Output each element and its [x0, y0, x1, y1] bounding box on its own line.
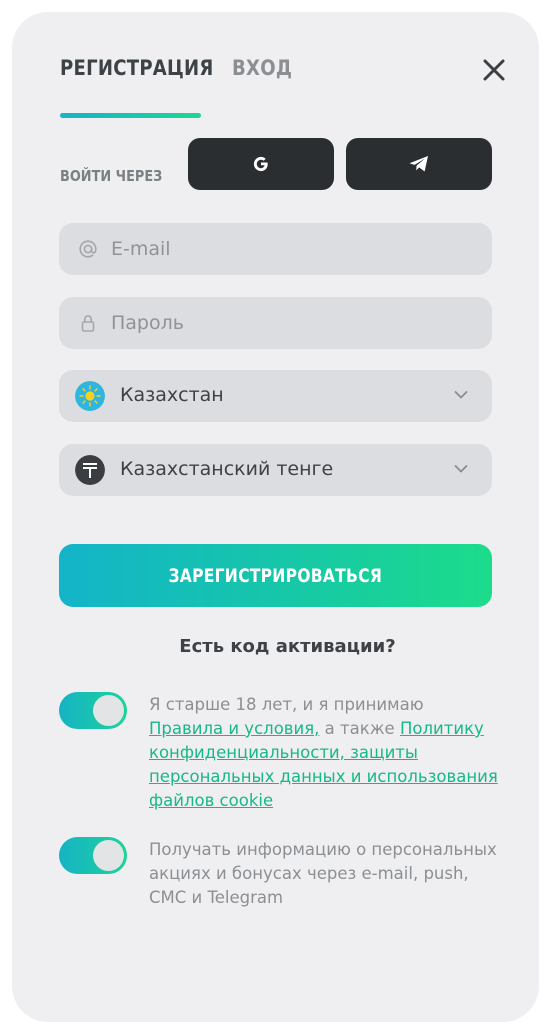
promo-toggle[interactable]: [59, 837, 127, 874]
at-icon: [79, 240, 97, 258]
tab-login[interactable]: ВХОД: [232, 56, 292, 80]
toggle-knob: [93, 840, 124, 871]
toggle-knob: [93, 695, 124, 726]
google-icon: [253, 156, 268, 172]
social-login-label: ВОЙТИ ЧЕРЕЗ: [60, 167, 163, 185]
register-button-label: ЗАРЕГИСТРИРОВАТЬСЯ: [168, 564, 383, 587]
terms-link[interactable]: Правила и условия,: [149, 719, 319, 738]
lock-icon: [81, 315, 95, 332]
register-button[interactable]: ЗАРЕГИСТРИРОВАТЬСЯ: [59, 544, 492, 607]
chevron-down-icon: [454, 391, 468, 399]
password-input[interactable]: [111, 297, 471, 349]
country-select[interactable]: Казахстан: [59, 370, 492, 422]
kazakhstan-flag-icon: [75, 381, 105, 411]
telegram-login-button[interactable]: [346, 138, 492, 190]
tab-register[interactable]: РЕГИСТРАЦИЯ: [60, 56, 214, 80]
promo-consent-text: Получать информацию о персональных акция…: [149, 840, 497, 907]
close-button[interactable]: [481, 57, 507, 83]
chevron-down-icon: [454, 465, 468, 473]
currency-select[interactable]: Казахстанский тенге: [59, 444, 492, 496]
tenge-icon: [75, 455, 105, 485]
google-login-button[interactable]: [188, 138, 334, 190]
terms-consent-text: Я старше 18 лет, и я принимаю Правила и …: [149, 693, 499, 813]
close-icon: [483, 59, 505, 81]
email-input[interactable]: [111, 223, 471, 275]
email-field[interactable]: [59, 223, 492, 275]
currency-value: Казахстанский тенге: [120, 458, 334, 480]
password-field[interactable]: [59, 297, 492, 349]
telegram-icon: [409, 156, 428, 172]
activation-code-link[interactable]: Есть код активации?: [12, 636, 551, 657]
terms-toggle[interactable]: [59, 692, 127, 729]
terms-conjunction: а также: [319, 719, 400, 738]
terms-text: Я старше 18 лет, и я принимаю: [149, 695, 424, 714]
active-tab-indicator: [60, 113, 201, 118]
country-value: Казахстан: [120, 384, 224, 406]
registration-modal: РЕГИСТРАЦИЯ ВХОД ВОЙТИ ЧЕРЕЗ E-mail Каза…: [12, 12, 539, 1022]
auth-tabs: РЕГИСТРАЦИЯ ВХОД: [60, 56, 480, 116]
